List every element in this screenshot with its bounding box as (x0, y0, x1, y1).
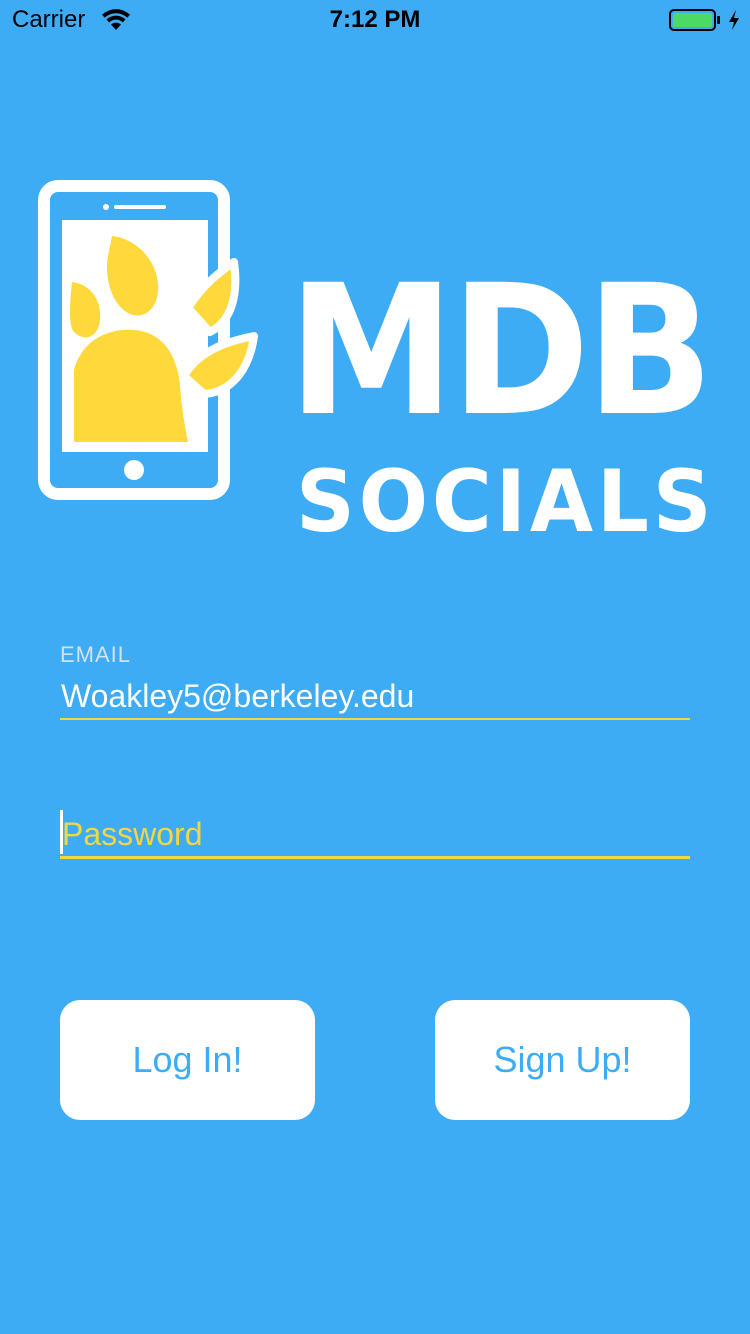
clock: 7:12 PM (329, 6, 421, 33)
email-label: EMAIL (60, 642, 132, 667)
password-underline (60, 856, 690, 859)
status-bar: Carrier 7:12 PM (0, 0, 750, 40)
login-screen: Carrier 7:12 PM MDB SOCIALS EMAIL Woakle… (0, 0, 750, 1334)
text-cursor (60, 810, 63, 854)
charging-icon (729, 10, 739, 30)
password-input[interactable] (60, 812, 692, 856)
app-subtitle: SOCIALS (296, 452, 716, 552)
battery-icon (669, 9, 720, 31)
email-field[interactable]: EMAIL Woakley5@berkeley.edu (60, 642, 690, 722)
login-button[interactable]: Log In! (60, 1000, 315, 1120)
app-title: MDB (288, 247, 714, 456)
signup-button[interactable]: Sign Up! (435, 1000, 690, 1120)
email-input[interactable]: Woakley5@berkeley.edu (61, 676, 414, 716)
email-underline (60, 718, 690, 720)
phone-icon (38, 180, 258, 500)
password-field[interactable] (60, 808, 692, 862)
